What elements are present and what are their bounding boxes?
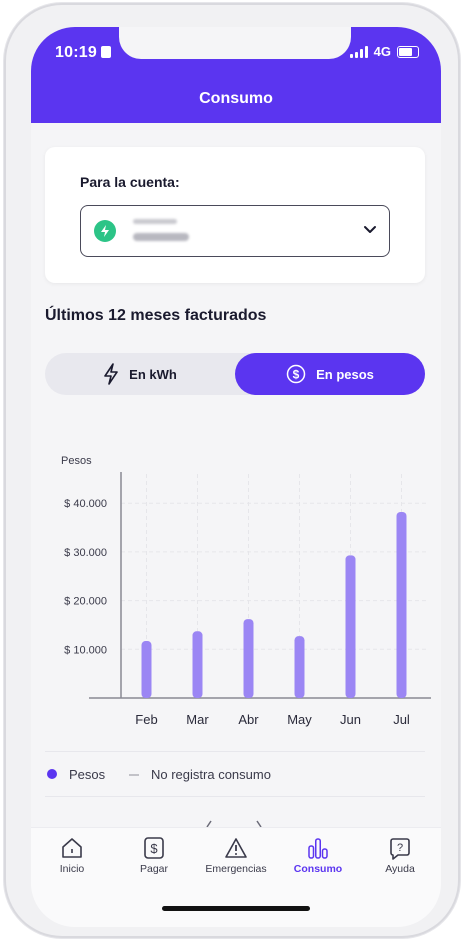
dollar-circle-icon: $ — [286, 364, 306, 384]
y-tick-label: $ 20.000 — [64, 596, 107, 608]
x-tick-label: May — [287, 712, 312, 727]
account-card: Para la cuenta: — [45, 147, 425, 283]
legend-pesos-label: Pesos — [69, 767, 106, 782]
bar-abr — [243, 619, 254, 698]
bolt-icon — [94, 220, 116, 242]
tab-emergencias-label: Emergencias — [205, 863, 267, 875]
chart-legend: Pesos No registra consumo — [45, 751, 425, 797]
tab-ayuda[interactable]: ? Ayuda — [359, 836, 441, 875]
account-dropdown[interactable] — [80, 205, 390, 257]
legend-pesos-dot — [47, 769, 57, 779]
bottom-tab-bar: Inicio $ Pagar Emergencias Consumo ? Ayu… — [31, 827, 441, 927]
notch — [119, 27, 351, 59]
tab-consumo[interactable]: Consumo — [277, 836, 359, 875]
bar-feb — [141, 641, 152, 698]
y-axis-label: Pesos — [61, 455, 92, 467]
toggle-pesos-button[interactable]: $ En pesos — [235, 353, 425, 395]
app-screen: 10:19 4G Consumo Para la cuenta: Últimos… — [31, 27, 441, 927]
bolt-outline-icon — [104, 363, 118, 385]
tab-inicio-label: Inicio — [59, 863, 85, 875]
legend-no-consumo-dash — [129, 774, 139, 776]
home-icon — [62, 838, 82, 858]
status-indicators: 4G — [349, 44, 419, 59]
signal-icon — [349, 45, 368, 58]
y-tick-label: $ 30.000 — [64, 547, 107, 559]
help-icon: ? — [390, 838, 410, 860]
bar-chart-icon — [308, 838, 328, 859]
account-label: Para la cuenta: — [80, 174, 180, 190]
tab-inicio[interactable]: Inicio — [31, 836, 113, 875]
svg-text:?: ? — [397, 842, 403, 854]
unit-toggle: En kWh $ En pesos — [45, 353, 425, 395]
bar-jun — [345, 555, 356, 698]
toggle-kwh-label: En kWh — [129, 366, 177, 382]
y-tick-label: $ 40.000 — [64, 498, 107, 510]
toggle-kwh-button[interactable]: En kWh — [45, 353, 235, 395]
tab-ayuda-label: Ayuda — [385, 863, 415, 875]
page-title: Consumo — [199, 90, 273, 107]
network-type: 4G — [373, 44, 391, 59]
tab-pagar-label: Pagar — [139, 863, 169, 875]
account-name-redacted — [133, 219, 177, 224]
home-indicator — [162, 906, 310, 911]
x-tick-label: Jul — [393, 712, 410, 727]
warning-icon — [225, 838, 247, 858]
bar-jul — [396, 511, 407, 698]
x-tick-label: Abr — [238, 712, 259, 727]
chevron-down-icon — [364, 226, 376, 233]
tab-consumo-label: Consumo — [293, 863, 343, 875]
toggle-pesos-label: En pesos — [316, 366, 374, 382]
x-tick-label: Feb — [135, 712, 157, 727]
battery-icon — [397, 45, 419, 58]
tab-pagar[interactable]: $ Pagar — [113, 836, 195, 875]
legend-no-consumo-label: No registra consumo — [151, 767, 271, 782]
status-time: 10:19 — [55, 44, 97, 61]
person-icon — [101, 46, 111, 58]
phone-frame: 10:19 4G Consumo Para la cuenta: Últimos… — [4, 3, 460, 938]
x-tick-label: Jun — [340, 712, 361, 727]
x-tick-label: Mar — [186, 712, 209, 727]
dollar-icon: $ — [144, 837, 164, 859]
svg-text:$: $ — [150, 841, 158, 856]
svg-text:$: $ — [293, 368, 300, 382]
tab-emergencias[interactable]: Emergencias — [195, 836, 277, 875]
app-header: 10:19 4G Consumo — [31, 27, 441, 123]
consumption-chart: Pesos $ 10.000 $ 20.000 $ 30.000 $ 40.000 Feb… — [31, 422, 441, 742]
account-number-redacted — [133, 233, 189, 241]
bar-mar — [192, 631, 203, 698]
y-tick-label: $ 10.000 — [64, 644, 107, 656]
bar-may — [294, 636, 305, 698]
chart-svg: Pesos $ 10.000 $ 20.000 $ 30.000 $ 40.000 Feb… — [61, 455, 431, 727]
section-title: Últimos 12 meses facturados — [45, 307, 267, 324]
